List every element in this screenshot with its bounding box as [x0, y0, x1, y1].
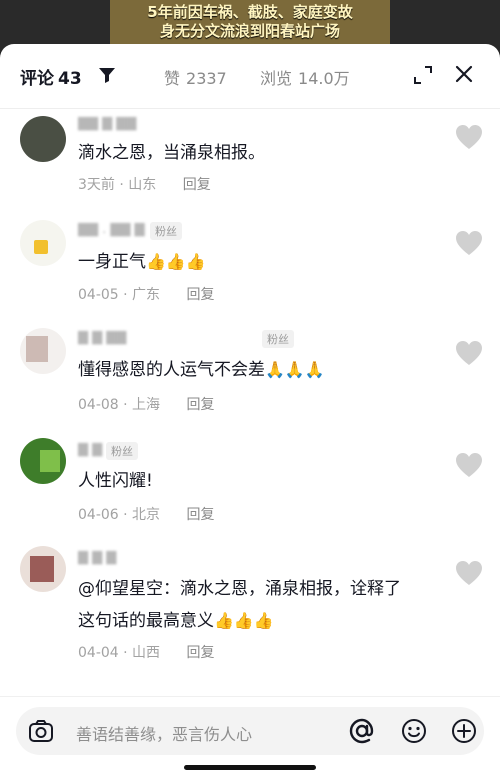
- views-stat: 浏览 14.0万: [260, 65, 356, 89]
- comment-meta: 04-08 · 上海 回复: [78, 394, 215, 414]
- comment-item: ▇ ▇ ▇▇ 粉丝 懂得感恩的人运气不会差🙏🙏🙏 04-08 · 上海 回复: [0, 328, 500, 424]
- comment-date: 3天前: [78, 177, 115, 193]
- avatar-figure: [34, 240, 48, 254]
- comment-item: ▇ ▇ 粉丝 人性闪耀! 04-06 · 北京 回复: [0, 438, 500, 534]
- avatar-figure: [26, 336, 48, 362]
- comment-item: ▇▇ . ▇▇ ▇ 粉丝 一身正气👍👍👍 04-05 · 广东 回复: [0, 216, 500, 312]
- reply-button[interactable]: 回复: [187, 645, 215, 661]
- meta-separator: ·: [123, 507, 128, 523]
- views-label: 浏览: [260, 69, 293, 88]
- comment-input-bar: 善语结善缘，恶言伤人心: [0, 696, 500, 783]
- comment-text-content: 人性闪耀!: [78, 471, 153, 491]
- comment-date: 04-06: [78, 507, 119, 523]
- comment-text-content: 懂得感恩的人运气不会差: [78, 360, 265, 380]
- at-mention-icon[interactable]: [348, 717, 376, 745]
- meta-separator: ·: [123, 397, 128, 413]
- comment-text-line2-wrap: 这句话的最高意义👍👍👍: [78, 605, 438, 637]
- avatar-figure: [30, 556, 54, 582]
- comment-item: ▇ ▇ ▇ @仰望星空：滴水之恩，涌泉相报，诠释了 这句话的最高意义👍👍👍 04…: [0, 546, 500, 676]
- avatar[interactable]: [20, 546, 66, 592]
- meta-separator: ·: [119, 177, 124, 193]
- close-icon[interactable]: [454, 64, 474, 84]
- like-heart-icon[interactable]: [455, 230, 483, 256]
- comment-location: 上海: [132, 397, 161, 413]
- like-heart-icon[interactable]: [455, 452, 483, 478]
- avatar[interactable]: [20, 328, 66, 374]
- tab-comments[interactable]: 评论 43: [20, 64, 86, 89]
- comment-location: 山东: [128, 177, 157, 193]
- comment-location: 广东: [132, 287, 161, 303]
- comment-username[interactable]: ▇ ▇: [78, 442, 102, 457]
- comment-emojis: 👍👍👍: [146, 252, 206, 271]
- comment-meta: 04-04 · 山西 回复: [78, 642, 215, 662]
- comment-date: 04-04: [78, 645, 119, 661]
- comment-meta: 04-06 · 北京 回复: [78, 504, 215, 524]
- comment-emojis: 🙏🙏🙏: [265, 360, 325, 379]
- add-icon[interactable]: [450, 717, 478, 745]
- comment-text-content: 一身正气: [78, 252, 146, 272]
- avatar[interactable]: [20, 438, 66, 484]
- emoji-icon[interactable]: [400, 717, 428, 745]
- comment-username[interactable]: ▇ ▇ ▇: [78, 550, 116, 565]
- video-caption: 5年前因车祸、截肢、家庭变故 身无分文流浪到阳春站广场: [110, 0, 390, 44]
- meta-separator: ·: [123, 287, 128, 303]
- comment-meta: 04-05 · 广东 回复: [78, 284, 215, 304]
- comment-text: 一身正气👍👍👍: [78, 246, 438, 278]
- likes-count: 2337: [186, 69, 227, 88]
- comment-location: 山西: [132, 645, 161, 661]
- meta-separator: ·: [123, 645, 128, 661]
- expand-icon[interactable]: [413, 65, 433, 85]
- camera-icon[interactable]: [27, 717, 55, 745]
- comment-username[interactable]: ▇ ▇ ▇▇: [78, 330, 126, 345]
- likes-label: 赞: [164, 69, 181, 88]
- comment-text: 滴水之恩，当涌泉相报。: [78, 138, 438, 169]
- comment-date: 04-05: [78, 287, 119, 303]
- comments-label: 评论: [20, 69, 54, 89]
- avatar-figure: [40, 450, 60, 472]
- video-caption-line1: 5年前因车祸、截肢、家庭变故: [147, 3, 353, 21]
- views-count: 14.0万: [298, 69, 350, 88]
- comment-emojis: 👍👍👍: [214, 611, 274, 630]
- comment-location: 北京: [132, 507, 161, 523]
- comment-text-line2: 这句话的最高意义: [78, 611, 214, 631]
- comment-text-content: 滴水之恩，当涌泉相报。: [78, 143, 265, 163]
- reply-button[interactable]: 回复: [183, 177, 211, 193]
- comment-text-line1: @仰望星空：滴水之恩，涌泉相报，诠释了: [78, 579, 401, 599]
- avatar[interactable]: [20, 220, 66, 266]
- like-heart-icon[interactable]: [455, 340, 483, 366]
- input-placeholder: 善语结善缘，恶言伤人心: [76, 725, 253, 744]
- comment-text: 人性闪耀!: [78, 466, 438, 497]
- fan-badge: 粉丝: [262, 330, 294, 348]
- reply-button[interactable]: 回复: [187, 287, 215, 303]
- comment-text: 懂得感恩的人运气不会差🙏🙏🙏: [78, 354, 438, 386]
- comment-date: 04-08: [78, 397, 119, 413]
- avatar[interactable]: [20, 116, 66, 162]
- comment-meta: 3天前 · 山东 回复: [78, 174, 211, 194]
- fan-badge: 粉丝: [150, 222, 182, 240]
- like-heart-icon[interactable]: [455, 560, 483, 586]
- filter-icon[interactable]: [98, 66, 116, 84]
- comment-item: ▇▇ ▇ ▇▇ 滴水之恩，当涌泉相报。 3天前 · 山东 回复: [0, 112, 500, 202]
- comments-sheet: 评论 43 赞 2337 浏览 14.0万 ▇▇ ▇ ▇▇ 滴水之恩，当涌泉相报。 3…: [0, 44, 500, 783]
- comment-username[interactable]: ▇▇ . ▇▇ ▇: [78, 222, 145, 237]
- comment-username[interactable]: ▇▇ ▇ ▇▇: [78, 116, 136, 131]
- comments-header: 评论 43 赞 2337 浏览 14.0万: [0, 44, 500, 109]
- video-caption-line2: 身无分文流浪到阳春站广场: [159, 22, 340, 40]
- reply-button[interactable]: 回复: [187, 397, 215, 413]
- fan-badge: 粉丝: [106, 442, 138, 460]
- reply-button[interactable]: 回复: [187, 507, 215, 523]
- like-heart-icon[interactable]: [455, 124, 483, 150]
- home-indicator: [184, 765, 316, 770]
- comments-count: 43: [58, 69, 82, 89]
- comment-text: @仰望星空：滴水之恩，涌泉相报，诠释了 这句话的最高意义👍👍👍: [78, 574, 438, 637]
- likes-stat: 赞 2337: [164, 65, 233, 89]
